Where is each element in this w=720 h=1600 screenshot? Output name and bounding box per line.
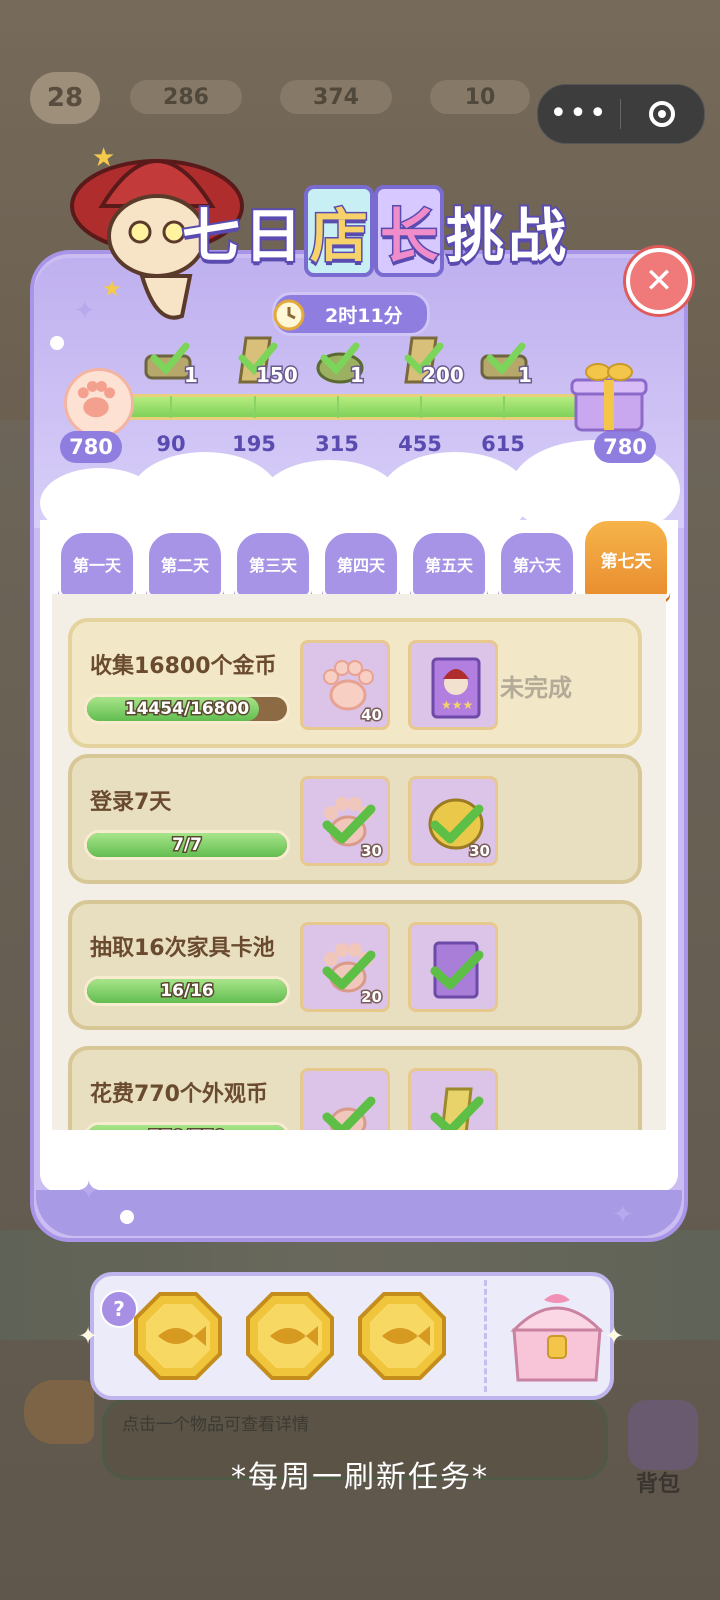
more-menu-button[interactable]: ••• (538, 99, 620, 129)
reward-slot[interactable] (408, 1068, 498, 1130)
tab-day-4[interactable]: 第四天 (322, 530, 400, 598)
tab-day-2[interactable]: 第二天 (146, 530, 224, 598)
track-divider (420, 396, 422, 418)
tab-day-5[interactable]: 第五天 (410, 530, 488, 598)
task-card: 收集16800个金币 14454/16800 40 ★★★ 未完成 (68, 618, 642, 748)
sparkle-icon: ✦ (78, 1176, 100, 1206)
refresh-notice: *每周一刷新任务* (231, 1460, 489, 1495)
countdown-timer: 2时11分 (272, 292, 430, 336)
tab-day-7[interactable]: 第七天 (582, 518, 670, 600)
sparkle-icon: ✦ (612, 1200, 634, 1230)
energy-counter: 286 (130, 80, 242, 114)
title-char: 长 (374, 185, 445, 277)
tab-day-1[interactable]: 第一天 (58, 530, 136, 598)
milestone-progress-fill (111, 397, 605, 417)
reward-slot[interactable]: 30 (300, 776, 390, 866)
track-divider (170, 396, 172, 418)
final-points-pill: 780 (594, 431, 656, 463)
paw-icon (322, 1096, 376, 1130)
task-card: 花费770个外观币 770/770 (68, 1046, 642, 1130)
task-status: 未完成 (500, 674, 572, 702)
target-icon (649, 101, 675, 127)
reward-slot[interactable] (408, 922, 498, 1012)
reward-qty: 150 (255, 362, 300, 389)
milestone-value: 90 (156, 432, 186, 456)
panel-title: 七 日 店 长 挑 战 (180, 176, 568, 286)
paw-points-icon (64, 368, 134, 438)
track-divider (503, 396, 505, 418)
task-title: 登录7天 (90, 790, 172, 815)
task-list[interactable]: 收集16800个金币 14454/16800 40 ★★★ 未完成 登录7天 7… (52, 594, 666, 1130)
title-char: 日 (242, 200, 304, 272)
close-button[interactable]: ✕ (626, 248, 692, 314)
reward-qty: 30 (360, 841, 384, 862)
sparkle-icon: ✦ (78, 1322, 99, 1350)
track-divider (254, 396, 256, 418)
title-char: 店 (304, 185, 375, 277)
card-pack-icon (430, 941, 484, 999)
dot-decoration (50, 336, 64, 350)
tab-day-3[interactable]: 第三天 (234, 530, 312, 598)
ticket-icon (430, 1087, 484, 1130)
hint-text: 点击一个物品可查看详情 (122, 1415, 309, 1435)
task-progress-text: 16/16 (159, 980, 216, 1003)
milestone-progress-bar (108, 394, 608, 420)
reward-slot[interactable]: 20 (300, 922, 390, 1012)
alarm-clock-icon (273, 299, 305, 331)
dot-decoration (562, 460, 576, 474)
reward-qty: 30 (468, 841, 492, 862)
track-divider (337, 396, 339, 418)
reward-slot[interactable]: 30 (408, 776, 498, 866)
reward-slot[interactable]: 40 (300, 640, 390, 730)
task-title: 收集16800个金币 (90, 654, 277, 679)
reward-qty: 20 (360, 987, 384, 1008)
treasure-chest-icon[interactable] (504, 1286, 610, 1386)
milestone-value: 315 (315, 432, 359, 456)
reward-slot[interactable]: ★★★ (408, 640, 498, 730)
close-miniprogram-button[interactable] (621, 101, 703, 127)
task-card: 登录7天 7/7 30 30 (68, 754, 642, 884)
reward-slot[interactable] (300, 1068, 390, 1130)
milestone-value: 195 (232, 432, 276, 456)
current-points-pill: 780 (60, 431, 122, 463)
task-progress-text: 7/7 (171, 834, 204, 857)
coin-counter: 10 (430, 80, 530, 114)
reward-qty: 40 (360, 705, 384, 726)
title-char: 七 (180, 200, 242, 272)
gift-box-icon[interactable] (568, 358, 650, 434)
svg-text:★: ★ (102, 277, 122, 302)
title-char: 挑 (444, 200, 506, 272)
reward-qty: 1 (349, 362, 366, 389)
task-card: 抽取16次家具卡池 16/16 20 (68, 900, 642, 1030)
player-level: 28 (30, 72, 100, 124)
svg-text:★: ★ (92, 143, 115, 173)
svg-text:★★★: ★★★ (441, 698, 473, 712)
miniprogram-capsule: ••• (537, 84, 705, 144)
fish-coin-icon[interactable] (244, 1290, 336, 1382)
back-arrow-icon (24, 1380, 94, 1444)
task-progress-text: 14454/16800 (123, 698, 251, 721)
tab-day-6[interactable]: 第六天 (498, 530, 576, 598)
dot-decoration (120, 1210, 134, 1224)
task-title: 抽取16次家具卡池 (90, 936, 275, 961)
task-progress-text: 770/770 (84, 1122, 290, 1131)
timer-text: 2时11分 (325, 304, 403, 327)
fish-coin-icon[interactable] (356, 1290, 448, 1382)
reward-qty: 200 (421, 362, 466, 389)
milestone-value: 455 (398, 432, 442, 456)
reward-qty: 1 (183, 362, 200, 389)
card-pack-icon: ★★★ (431, 657, 481, 719)
strip-divider (484, 1280, 487, 1392)
milestone-value: 615 (481, 432, 525, 456)
task-title: 花费770个外观币 (90, 1082, 268, 1107)
title-char: 战 (506, 200, 568, 272)
fish-coin-icon[interactable] (132, 1290, 224, 1382)
reward-qty: 1 (517, 362, 534, 389)
gem-counter: 374 (280, 80, 392, 114)
